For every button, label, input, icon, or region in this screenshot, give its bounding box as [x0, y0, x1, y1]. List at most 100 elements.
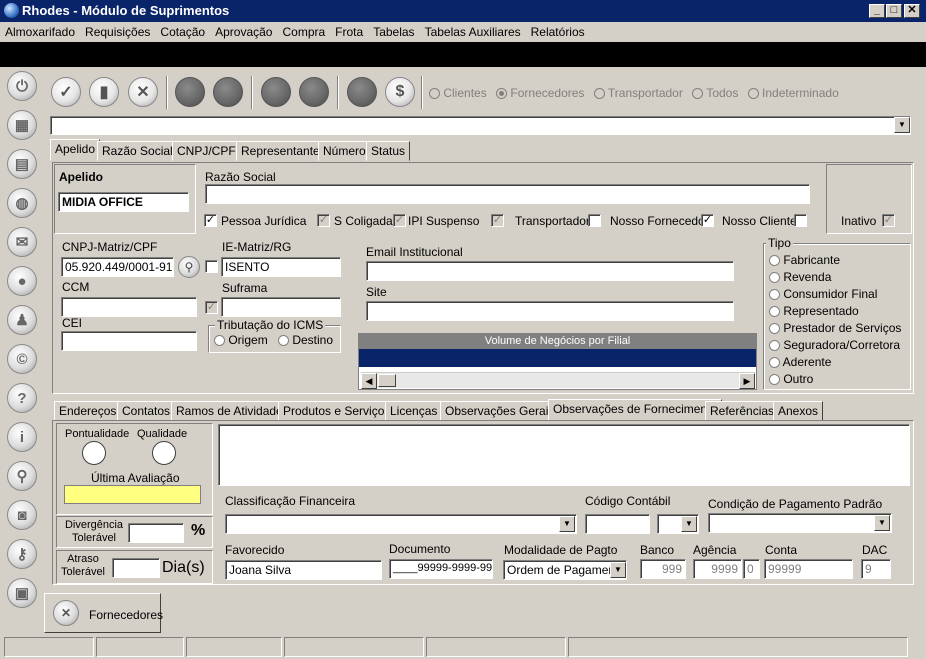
atraso-input[interactable]	[112, 558, 160, 578]
tipo-revenda-radio[interactable]: Revenda	[769, 269, 901, 286]
tab-anexos[interactable]: Anexos	[773, 401, 824, 421]
scroll-left-icon[interactable]: ◀	[361, 373, 377, 389]
email-input[interactable]	[366, 261, 734, 281]
cnpj-input[interactable]: 05.920.449/0001-91	[61, 257, 174, 277]
disabled-action-icon[interactable]	[347, 77, 377, 107]
camera-icon[interactable]: ◙	[7, 500, 37, 530]
key-icon[interactable]: ⚷	[7, 539, 37, 569]
modalidade-select[interactable]: Ordem de Pagamento	[503, 560, 627, 580]
icms-destino-radio[interactable]: Destino	[278, 333, 333, 347]
site-input[interactable]	[366, 301, 734, 321]
confirm-icon[interactable]: ✓	[51, 77, 81, 107]
tab-referencias[interactable]: Referências	[705, 401, 780, 421]
tab-contatos[interactable]: Contatos	[117, 401, 176, 421]
tipo-aderente-radio[interactable]: Aderente	[769, 354, 901, 371]
cancel-icon[interactable]: ✕	[128, 77, 158, 107]
volume-grid[interactable]: Volume de Negócios por Filial ◀ ▶	[358, 333, 757, 390]
s-coligada-checkbox[interactable]: ✓	[317, 214, 330, 227]
transportador-checkbox[interactable]: ✓	[491, 214, 504, 227]
classificacao-select[interactable]	[225, 514, 577, 534]
menu-aprovacao[interactable]: Aprovação	[210, 22, 277, 39]
grid-icon[interactable]: ▤	[7, 149, 37, 179]
help-icon[interactable]: ?	[7, 383, 37, 413]
info-icon[interactable]: i	[7, 422, 37, 452]
menu-almoxarifado[interactable]: Almoxarifado	[0, 22, 80, 39]
disabled-action-icon[interactable]	[299, 77, 329, 107]
suframa-checkbox[interactable]: ✓	[205, 301, 218, 314]
chevron-down-icon[interactable]: ▼	[894, 117, 910, 133]
ccm-input[interactable]	[61, 297, 197, 317]
chevron-down-icon[interactable]: ▼	[681, 516, 697, 532]
divergencia-input[interactable]	[128, 523, 184, 543]
tab-observacoes-fornecimento[interactable]: Observações de Fornecimento	[548, 399, 723, 421]
tipo-representado-radio[interactable]: Representado	[769, 303, 901, 320]
tab-status[interactable]: Status	[366, 141, 411, 161]
disabled-action-icon[interactable]	[213, 77, 243, 107]
radio-todos[interactable]: Todos	[692, 86, 738, 100]
scroll-thumb[interactable]	[378, 374, 396, 387]
tab-razao-social[interactable]: Razão Social	[97, 141, 178, 161]
menu-frota[interactable]: Frota	[330, 22, 368, 39]
dollar-icon[interactable]: $	[385, 77, 415, 107]
open-window-tab[interactable]: ✕ Fornecedores	[44, 593, 163, 633]
tab-cnpj-cpf[interactable]: CNPJ/CPF	[172, 141, 241, 161]
condicao-pagamento-select[interactable]	[708, 513, 892, 533]
user-icon[interactable]: ♟	[7, 305, 37, 335]
menu-relatorios[interactable]: Relatórios	[526, 22, 590, 39]
search-combo[interactable]	[50, 116, 911, 135]
tab-observacoes-gerais[interactable]: Observações Gerais	[440, 401, 560, 421]
power-icon[interactable]: ⏻	[7, 71, 37, 101]
agencia-input[interactable]: 9999	[693, 559, 742, 579]
menu-compra[interactable]: Compra	[277, 22, 330, 39]
scroll-right-icon[interactable]: ▶	[739, 373, 755, 389]
copyright-icon[interactable]: ©	[7, 344, 37, 374]
tab-produtos[interactable]: Produtos e Serviços	[278, 401, 396, 421]
favorecido-input[interactable]: Joana Silva	[225, 560, 382, 580]
tab-licencas[interactable]: Licenças	[385, 401, 443, 421]
disabled-action-icon[interactable]	[261, 77, 291, 107]
agencia-dv-input[interactable]: 0	[743, 559, 760, 579]
radio-indeterminado[interactable]: Indeterminado	[747, 86, 839, 100]
horizontal-scrollbar[interactable]: ◀ ▶	[361, 372, 755, 389]
cei-input[interactable]	[61, 331, 197, 351]
radio-fornecedores[interactable]: Fornecedores	[496, 86, 584, 100]
chevron-down-icon[interactable]: ▼	[610, 562, 626, 578]
tipo-consumidor-radio[interactable]: Consumidor Final	[769, 286, 901, 303]
razao-social-input[interactable]	[205, 184, 810, 204]
new-document-icon[interactable]: ▮	[89, 77, 119, 107]
tab-apelido[interactable]: Apelido	[50, 139, 101, 161]
tab-enderecos[interactable]: Endereços	[54, 401, 122, 421]
radio-clientes[interactable]: Clientes	[429, 86, 487, 100]
radio-transportador[interactable]: Transportador	[593, 86, 683, 100]
suframa-input[interactable]	[221, 297, 341, 317]
tipo-prestador-radio[interactable]: Prestador de Serviços	[769, 320, 901, 337]
ie-input[interactable]: ISENTO	[221, 257, 341, 277]
search-icon[interactable]: ⚲	[7, 461, 37, 491]
clipboard-icon[interactable]: ▣	[7, 578, 37, 608]
chevron-down-icon[interactable]: ▼	[874, 515, 890, 531]
tab-representante[interactable]: Representante	[236, 141, 325, 161]
codigo-contabil-input[interactable]	[585, 514, 650, 534]
chat-icon[interactable]: ●	[7, 266, 37, 296]
calculator-icon[interactable]: ▦	[7, 110, 37, 140]
dac-input[interactable]: 9	[861, 559, 891, 579]
nosso-fornecedor-checkbox[interactable]	[588, 214, 601, 227]
icms-origem-radio[interactable]: Origem	[214, 333, 268, 347]
menu-requisicoes[interactable]: Requisições	[80, 22, 155, 39]
volume-grid-selected-row[interactable]	[359, 349, 756, 367]
documento-input[interactable]: ____99999-9999-99	[389, 559, 493, 579]
search-icon[interactable]: ⚲	[178, 256, 200, 278]
tab-ramos[interactable]: Ramos de Atividade	[171, 401, 288, 421]
ie-checkbox[interactable]	[205, 260, 218, 273]
tipo-outro-radio[interactable]: Outro	[769, 371, 901, 388]
close-tab-icon[interactable]: ✕	[53, 600, 79, 626]
apelido-input[interactable]: MIDIA OFFICE	[58, 192, 189, 212]
menu-tabelas-auxiliares[interactable]: Tabelas Auxiliares	[420, 22, 526, 39]
banco-input[interactable]: 999	[640, 559, 686, 579]
pessoa-juridica-checkbox[interactable]: ✓	[204, 214, 217, 227]
disabled-action-icon[interactable]	[175, 77, 205, 107]
globe-icon[interactable]: ◍	[7, 188, 37, 218]
tipo-fabricante-radio[interactable]: Fabricante	[769, 252, 901, 269]
tipo-seguradora-radio[interactable]: Seguradora/Corretora	[769, 337, 901, 354]
tab-numero[interactable]: Número	[318, 141, 371, 161]
